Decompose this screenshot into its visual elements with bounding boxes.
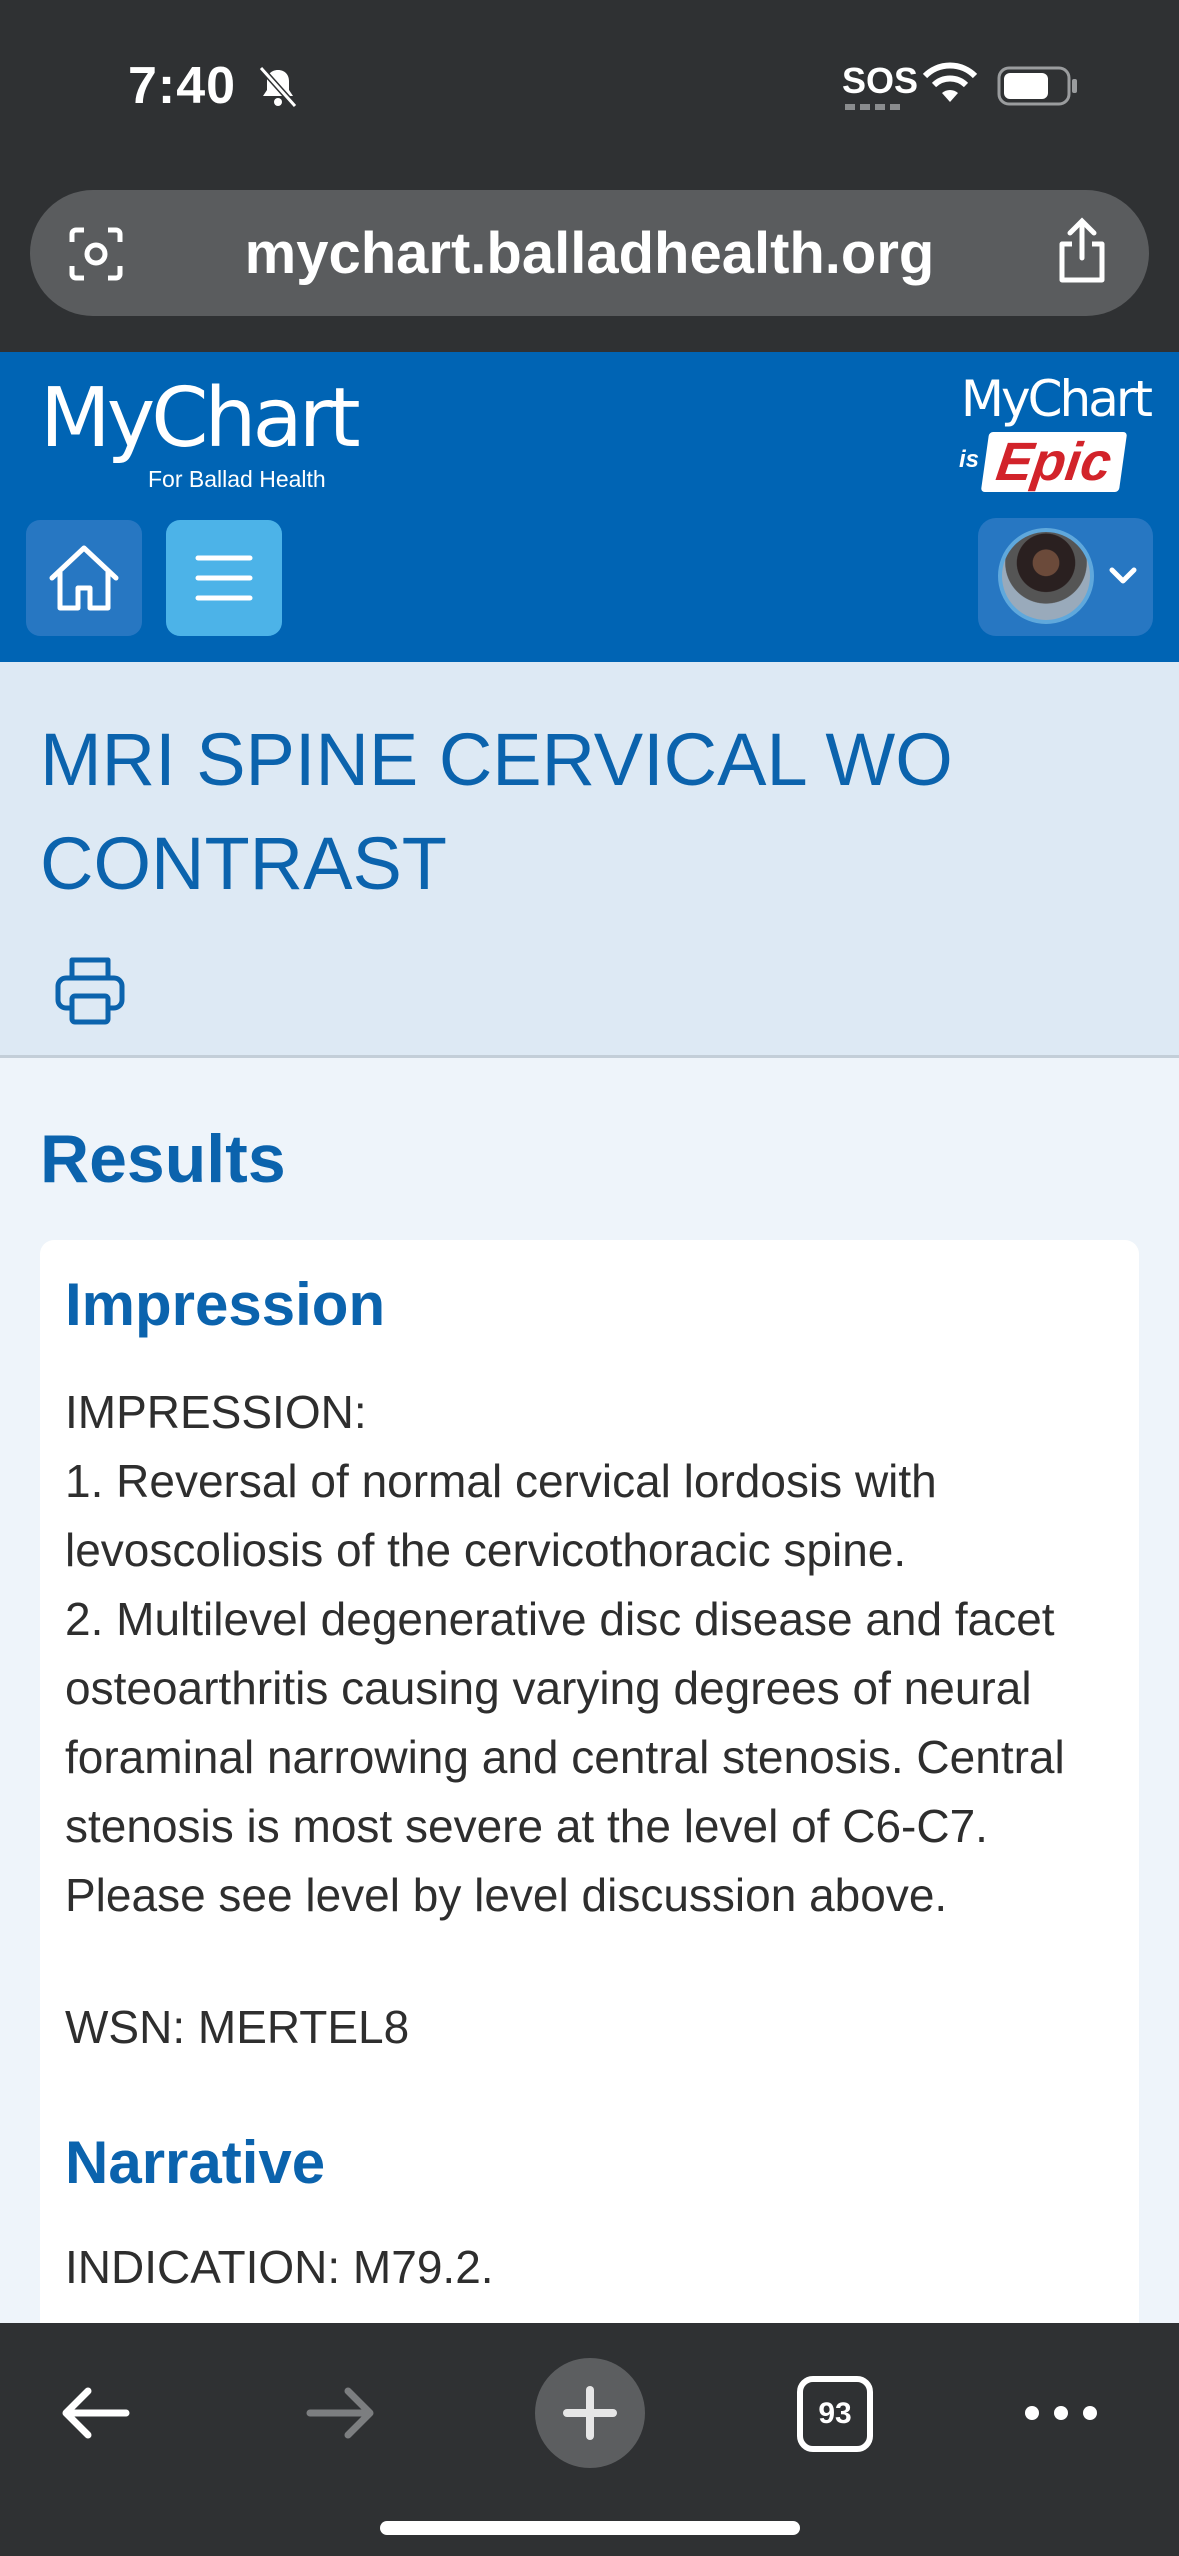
epic-logo-top: MyChart [960,370,1153,428]
title-section: MRI SPINE CERVICAL WO CONTRAST [0,662,1179,1058]
profile-menu-button[interactable] [978,518,1153,636]
home-icon [49,545,119,611]
url-text[interactable]: mychart.balladhealth.org [30,220,1149,287]
epic-logo-word: Epic [980,432,1128,492]
home-button[interactable] [26,520,142,636]
results-section: Results Impression IMPRESSION: 1. Revers… [0,1058,1179,2323]
menu-button[interactable] [166,520,282,636]
wifi-icon [922,62,978,102]
app-header: MyChart For Ballad Health MyChart is Epi… [0,352,1179,662]
sos-indicator: SOS [842,60,919,101]
logo-text: MyChart [40,371,361,466]
share-icon[interactable] [1052,216,1112,286]
mychart-is-epic-logo: MyChart is Epic [935,370,1153,492]
sos-dots [845,104,903,110]
wsn-text: WSN: MERTEL8 [65,2001,410,2053]
status-time: 7:40 [128,57,237,115]
chevron-down-icon [1109,567,1137,584]
results-card: Impression IMPRESSION: 1. Reversal of no… [40,1240,1139,2323]
narrative-heading: Narrative [65,2129,326,2196]
browser-toolbar: 93 [0,2323,1179,2556]
address-bar[interactable]: mychart.balladhealth.org [30,190,1149,316]
mychart-logo[interactable]: MyChart For Ballad Health [40,371,361,493]
forward-arrow-icon[interactable] [304,2383,378,2443]
new-tab-icon [563,2386,617,2440]
avatar [998,528,1094,624]
indication-text: INDICATION: M79.2. [65,2241,494,2293]
home-indicator [380,2521,800,2535]
status-bar: 7:40 SOS [0,0,1179,180]
epic-logo-is: is [959,446,980,473]
more-icon[interactable] [1022,2393,1100,2433]
battery-icon [997,66,1077,106]
logo-subtext: For Ballad Health [148,466,326,492]
tabs-button[interactable]: 93 [797,2376,873,2452]
menu-icon [195,555,253,601]
impression-text: IMPRESSION: 1. Reversal of normal cervic… [65,1386,1065,1921]
page-title: MRI SPINE CERVICAL WO CONTRAST [40,718,953,905]
printer-icon[interactable] [52,952,128,1028]
impression-heading: Impression [65,1271,386,1338]
bell-slash-icon [258,65,298,109]
new-tab-button[interactable] [535,2358,645,2468]
back-arrow-icon[interactable] [58,2383,132,2443]
results-heading: Results [40,1121,286,1197]
